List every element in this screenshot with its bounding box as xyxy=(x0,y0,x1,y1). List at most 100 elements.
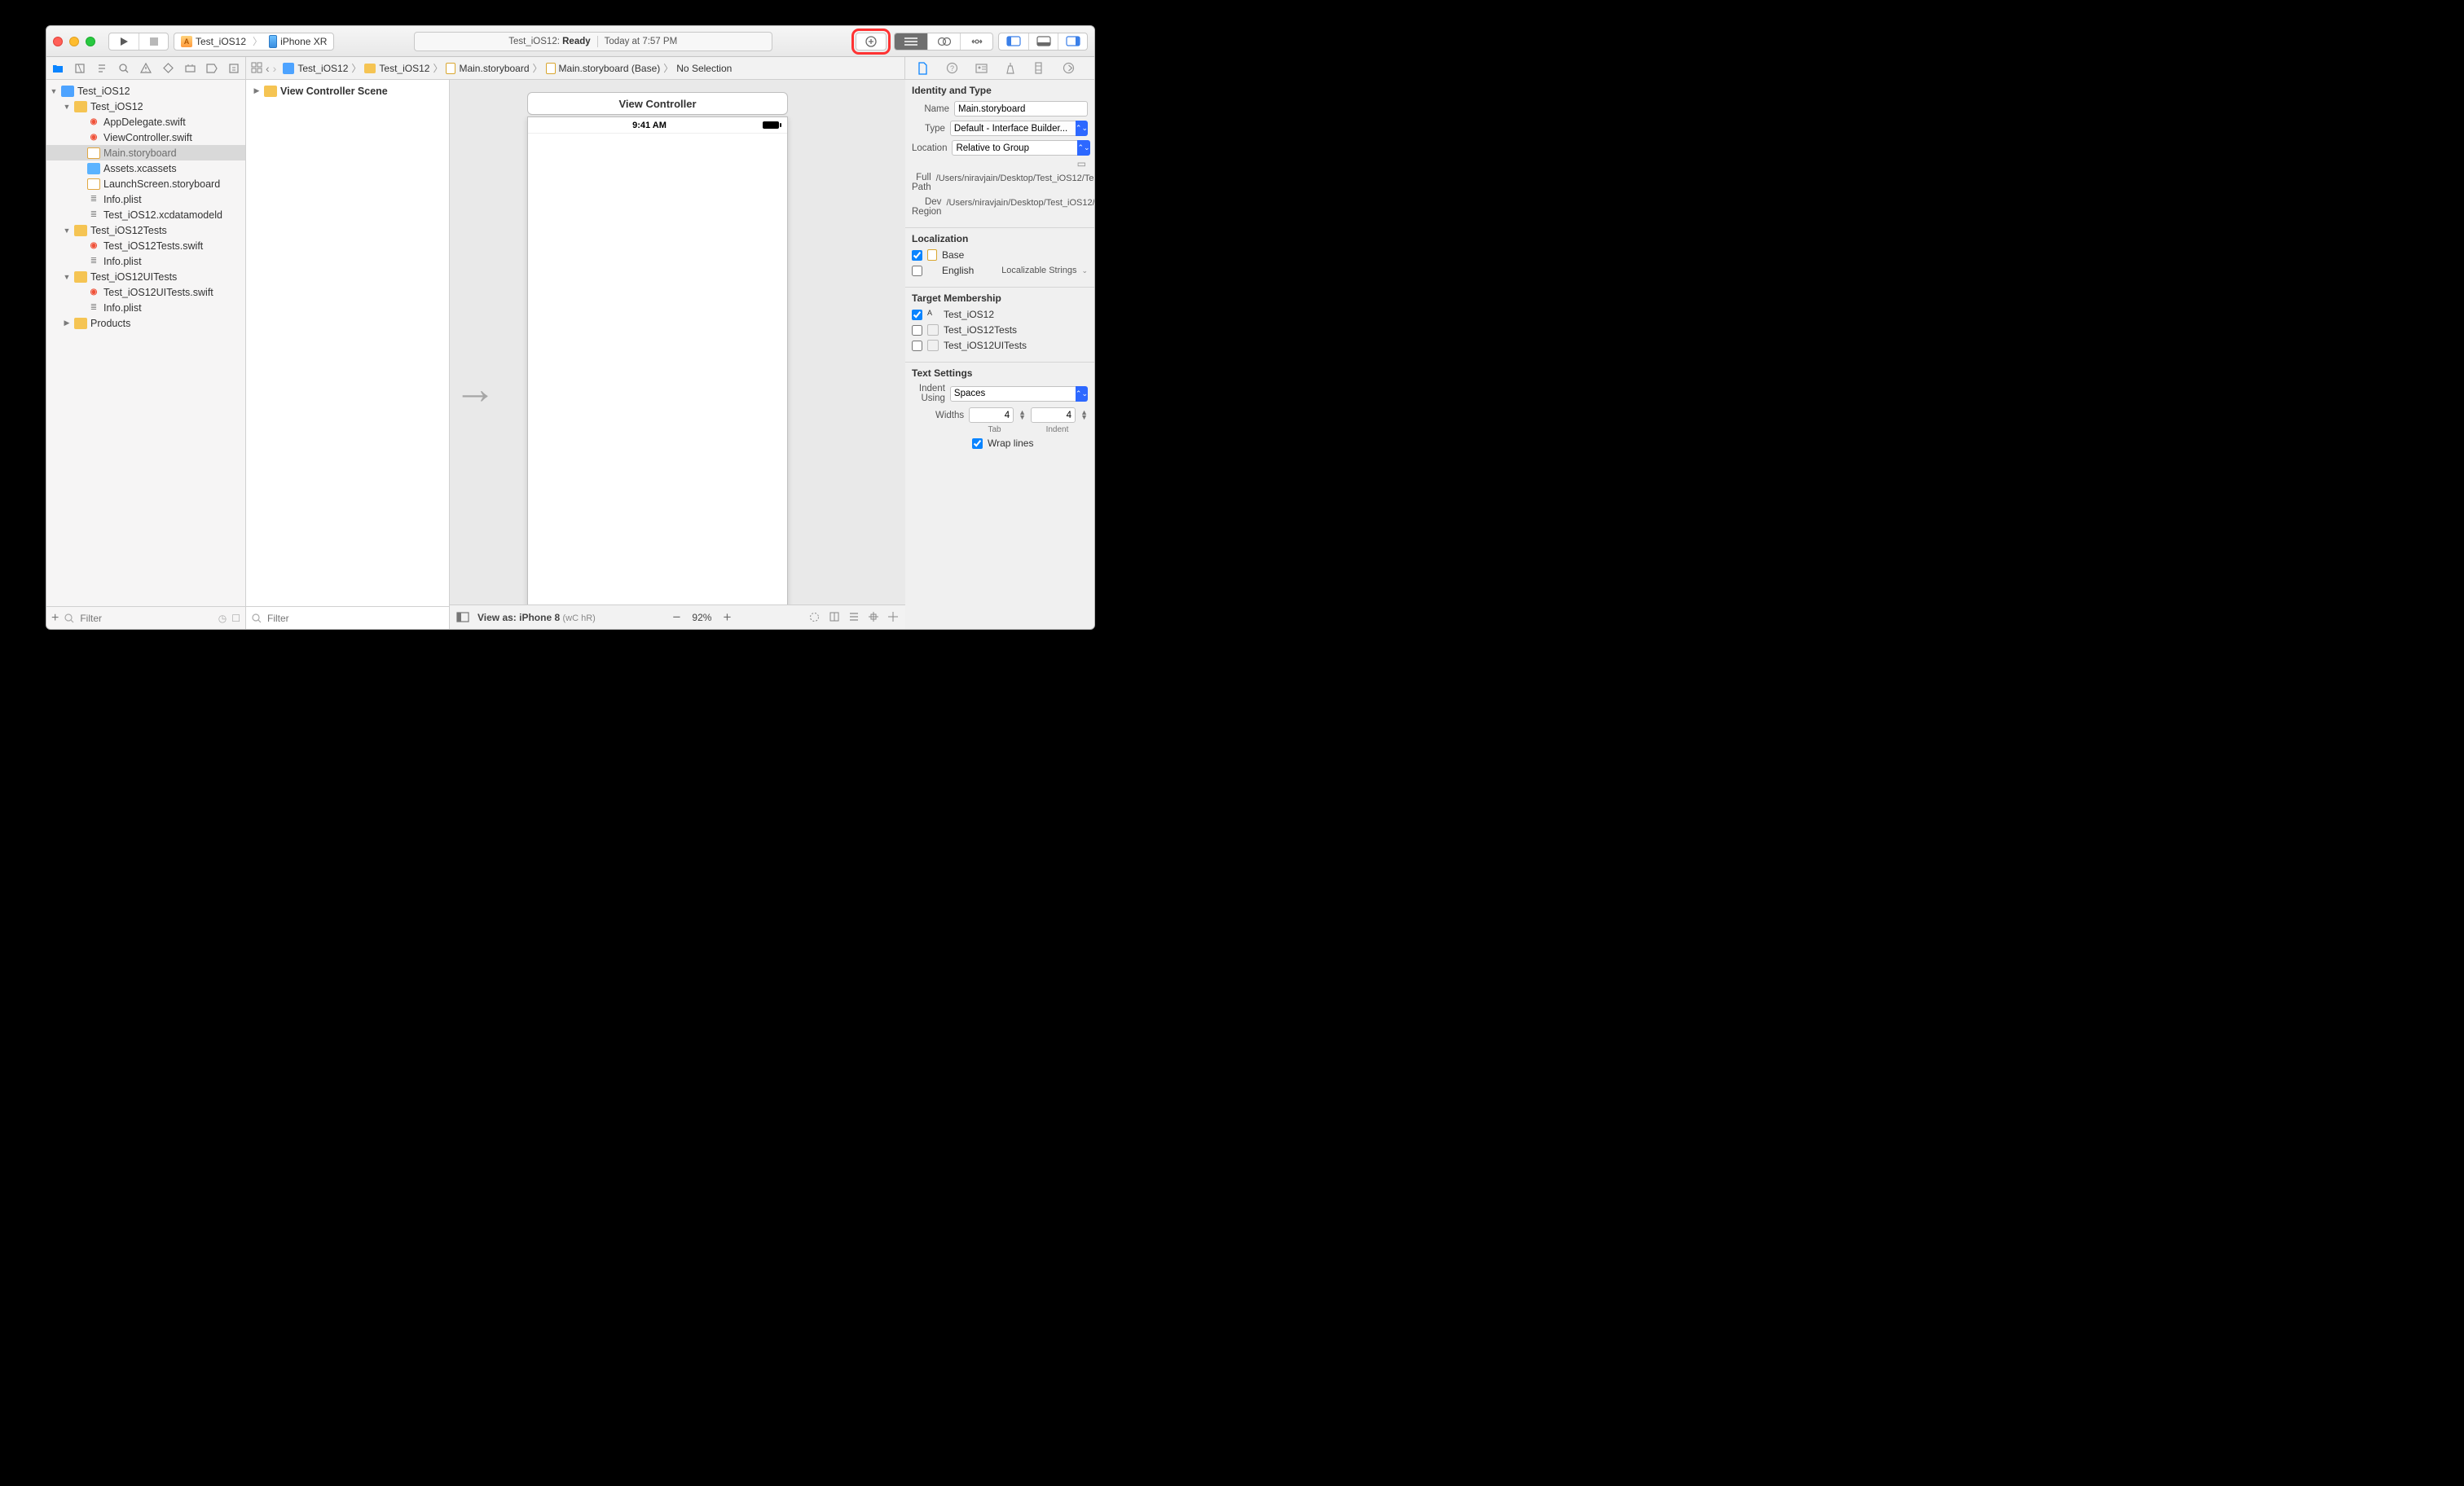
choose-path-button[interactable]: ▭ xyxy=(912,158,1086,169)
connections-inspector-tab[interactable] xyxy=(1063,62,1082,74)
align-button[interactable] xyxy=(848,611,860,623)
add-constraints-button[interactable] xyxy=(868,611,879,623)
tree-row[interactable]: Main.storyboard xyxy=(46,145,245,160)
back-button[interactable]: ‹ xyxy=(266,62,270,75)
tree-row[interactable]: ≣Info.plist xyxy=(46,191,245,207)
file-inspector-tab[interactable] xyxy=(917,62,937,75)
jump-folder: Test_iOS12 xyxy=(379,63,429,74)
tree-row[interactable]: ▼ Test_iOS12Tests xyxy=(46,222,245,238)
zoom-window-button[interactable] xyxy=(86,37,95,46)
stop-button[interactable] xyxy=(139,33,168,50)
loc-english-checkbox[interactable] xyxy=(912,266,922,276)
navigator-filter-input[interactable] xyxy=(80,613,213,624)
standard-editor-button[interactable] xyxy=(895,33,927,50)
tree-row[interactable]: LaunchScreen.storyboard xyxy=(46,176,245,191)
symbol-navigator-tab[interactable] xyxy=(90,57,112,79)
indent-width-field[interactable] xyxy=(1031,407,1076,423)
toggle-navigator-button[interactable] xyxy=(999,33,1028,50)
view-as-label[interactable]: View as: iPhone 8 xyxy=(477,612,560,623)
tree-row-label: Products xyxy=(90,318,130,329)
debug-navigator-tab[interactable] xyxy=(179,57,201,79)
resolve-issues-button[interactable] xyxy=(887,611,899,623)
tree-row[interactable]: ◉Test_iOS12UITests.swift xyxy=(46,284,245,300)
tree-row[interactable]: ◉AppDelegate.swift xyxy=(46,114,245,130)
source-control-navigator-tab[interactable] xyxy=(68,57,90,79)
attributes-inspector-tab[interactable] xyxy=(1005,62,1024,74)
tree-row[interactable]: ≣Test_iOS12.xcdatamodeld xyxy=(46,207,245,222)
identity-inspector-tab[interactable] xyxy=(975,63,995,74)
test-target-icon xyxy=(927,340,939,351)
location-label: Location xyxy=(912,143,947,153)
version-editor-button[interactable] xyxy=(960,33,992,50)
issue-navigator-tab[interactable] xyxy=(134,57,156,79)
assistant-editor-button[interactable] xyxy=(927,33,960,50)
outline-filter-input[interactable] xyxy=(267,613,444,624)
jump-bar[interactable]: ‹ › Test_iOS12 〉 Test_iOS12 〉 Main.story… xyxy=(246,57,905,79)
tree-row[interactable]: ▶ Products xyxy=(46,315,245,331)
disclosure-triangle-icon[interactable]: ▼ xyxy=(50,87,58,95)
find-navigator-tab[interactable] xyxy=(112,57,134,79)
stepper-icon[interactable]: ▲▼ xyxy=(1019,411,1026,420)
zoom-out-button[interactable]: − xyxy=(672,609,680,626)
zoom-in-button[interactable]: + xyxy=(723,609,731,626)
indent-using-popup[interactable] xyxy=(950,386,1084,402)
scm-filter-button[interactable]: ☐ xyxy=(231,613,240,624)
recent-filter-button[interactable]: ◷ xyxy=(218,613,227,624)
type-popup[interactable] xyxy=(950,121,1084,136)
outline-tree[interactable]: ▶ View Controller Scene xyxy=(246,80,449,606)
breakpoint-navigator-tab[interactable] xyxy=(201,57,223,79)
tm3-checkbox[interactable] xyxy=(912,341,922,351)
tree-row-label: Test_iOS12 xyxy=(77,86,130,97)
tree-row[interactable]: ≣Info.plist xyxy=(46,300,245,315)
tree-row-label: Test_iOS12Tests xyxy=(90,225,167,236)
initial-vc-arrow-icon[interactable]: → xyxy=(454,365,496,414)
test-navigator-tab[interactable] xyxy=(157,57,179,79)
quick-help-inspector-tab[interactable]: ? xyxy=(946,62,966,74)
toggle-outline-button[interactable] xyxy=(456,612,469,622)
navigator-tree[interactable]: ▼Test_iOS12▼Test_iOS12◉AppDelegate.swift… xyxy=(46,80,245,606)
devregion-value: /Users/niravjain/Desktop/Test_iOS12/Test… xyxy=(946,197,1094,209)
related-items-icon[interactable] xyxy=(251,62,262,73)
view-controller-title-bar[interactable]: View Controller xyxy=(527,92,788,115)
toggle-inspector-button[interactable] xyxy=(1058,33,1087,50)
loc-base-checkbox[interactable] xyxy=(912,250,922,261)
run-button[interactable] xyxy=(109,33,139,50)
disclosure-triangle-icon[interactable]: ▶ xyxy=(63,319,71,328)
location-popup[interactable] xyxy=(952,140,1085,156)
tree-row[interactable]: Assets.xcassets xyxy=(46,160,245,176)
tree-row[interactable]: ▼Test_iOS12 xyxy=(46,99,245,114)
embed-in-button[interactable] xyxy=(829,611,840,623)
update-frames-button[interactable] xyxy=(808,611,821,623)
view-controller-scene[interactable]: 9:41 AM xyxy=(527,117,788,605)
outline-scene-row[interactable]: ▶ View Controller Scene xyxy=(246,83,449,99)
tm1-checkbox[interactable] xyxy=(912,310,922,320)
minimize-window-button[interactable] xyxy=(69,37,79,46)
chevron-updown-icon: ⌄ xyxy=(1081,266,1088,275)
tree-row[interactable]: ▼ Test_iOS12 xyxy=(46,83,245,99)
tree-row[interactable]: ◉ViewController.swift xyxy=(46,130,245,145)
size-inspector-tab[interactable] xyxy=(1033,62,1053,74)
loc-english-type[interactable]: Localizable Strings xyxy=(1001,266,1076,275)
stepper-icon[interactable]: ▲▼ xyxy=(1080,411,1088,420)
forward-button[interactable]: › xyxy=(273,62,277,75)
tree-row[interactable]: ◉Test_iOS12Tests.swift xyxy=(46,238,245,253)
disclosure-triangle-icon[interactable]: ▼ xyxy=(63,226,71,235)
close-window-button[interactable] xyxy=(53,37,63,46)
tree-row[interactable]: ▼Test_iOS12UITests xyxy=(46,269,245,284)
wrap-lines-checkbox[interactable] xyxy=(972,438,983,449)
zoom-level[interactable]: 92% xyxy=(692,612,711,623)
project-navigator-tab[interactable] xyxy=(46,57,68,79)
disclosure-triangle-icon[interactable]: ▼ xyxy=(63,103,71,111)
tm2-checkbox[interactable] xyxy=(912,325,922,336)
scheme-selector[interactable]: A Test_iOS12 〉 iPhone XR xyxy=(174,33,334,51)
name-field[interactable] xyxy=(954,101,1088,117)
tree-row[interactable]: ≣Info.plist xyxy=(46,253,245,269)
add-file-button[interactable]: + xyxy=(51,611,59,626)
report-navigator-tab[interactable] xyxy=(223,57,245,79)
tab-width-field[interactable] xyxy=(969,407,1014,423)
canvas[interactable]: → View Controller 9:41 AM xyxy=(450,80,905,605)
disclosure-triangle-icon[interactable]: ▶ xyxy=(253,86,261,95)
library-button[interactable] xyxy=(856,33,886,50)
disclosure-triangle-icon[interactable]: ▼ xyxy=(63,273,71,281)
toggle-debug-button[interactable] xyxy=(1028,33,1058,50)
